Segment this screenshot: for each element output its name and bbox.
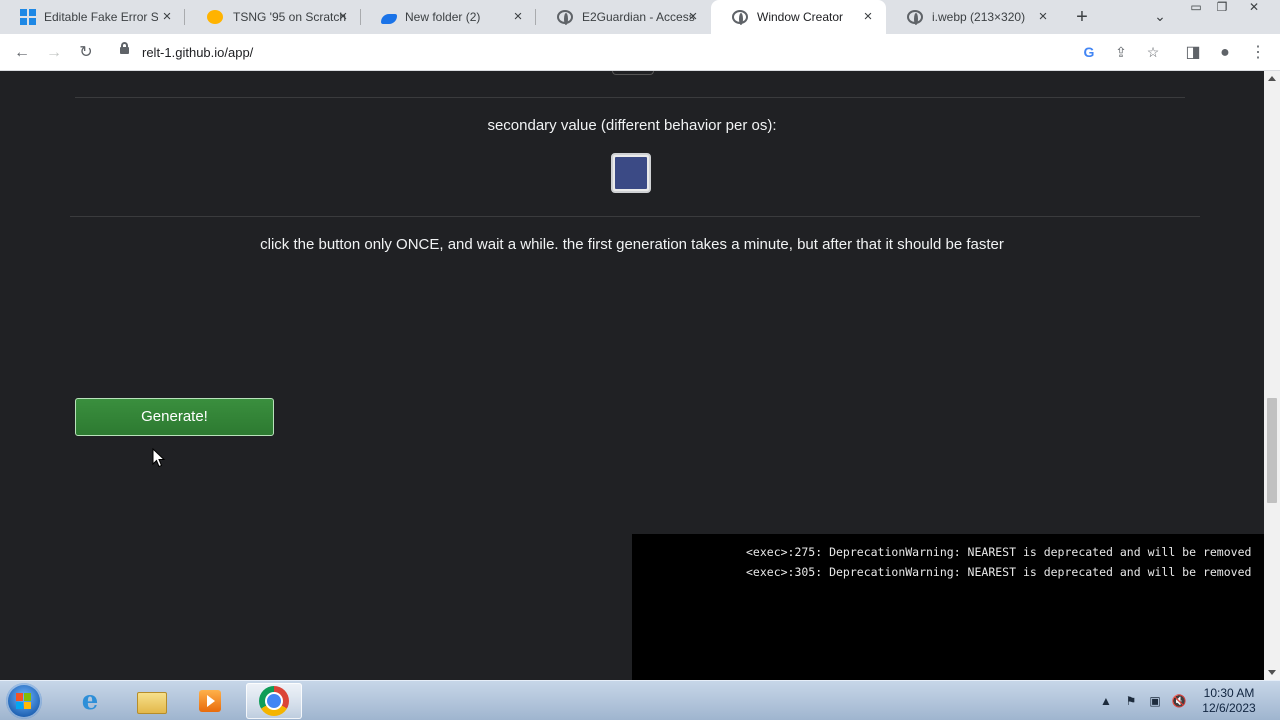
menu-kebab-icon[interactable]: ⋮ (1246, 41, 1270, 65)
generate-button[interactable]: Generate! (75, 398, 274, 436)
folder-icon (137, 692, 167, 714)
tab-i-webp[interactable]: i.webp (213×320) × (886, 0, 1061, 34)
browser-toolbar: ← → ↻ relt-1.github.io/app/ G ⇪ ☆ ◨ ● ⋮ (0, 34, 1280, 71)
color-swatch-partial[interactable] (612, 71, 654, 75)
close-tab-icon[interactable]: × (510, 9, 526, 25)
tab-title: Editable Fake Error S (44, 10, 158, 24)
forward-button[interactable]: → (42, 41, 66, 65)
minimize-button[interactable]: ▭ (1183, 0, 1209, 18)
start-button[interactable] (6, 683, 42, 719)
secondary-color-picker[interactable] (611, 153, 651, 193)
close-tab-icon[interactable]: × (1035, 9, 1051, 25)
output-console: <exec>:275: DeprecationWarning: NEAREST … (632, 534, 1264, 680)
scratch-icon (207, 10, 223, 24)
tab-window-creator[interactable]: Window Creator × (711, 0, 886, 34)
reload-button[interactable]: ↻ (74, 41, 98, 65)
profile-avatar-icon[interactable]: ● (1213, 41, 1237, 65)
scroll-up-arrow-icon[interactable] (1268, 76, 1276, 81)
globe-icon (557, 10, 573, 25)
windows-taskbar: e ▲ ⚑ ▣ 🔇 10:30 AM 12/6/2023 (0, 680, 1280, 720)
taskbar-file-explorer[interactable] (122, 683, 178, 719)
system-clock[interactable]: 10:30 AM 12/6/2023 (1196, 686, 1262, 716)
cloud-folder-icon (381, 13, 397, 24)
page-content: secondary value (different behavior per … (0, 71, 1264, 680)
tab-search-chevron-icon[interactable]: ⌄ (1150, 8, 1170, 26)
tab-tsng-scratch[interactable]: TSNG '95 on Scratch × (185, 0, 361, 34)
back-button[interactable]: ← (10, 41, 34, 65)
windows-icon (20, 9, 36, 25)
globe-icon (907, 10, 923, 25)
taskbar-chrome[interactable] (246, 683, 302, 719)
side-panel-icon[interactable]: ◨ (1181, 41, 1205, 65)
divider (70, 216, 1200, 217)
windows-logo-icon (16, 693, 32, 709)
divider (75, 97, 1185, 98)
close-window-button[interactable]: ✕ (1241, 0, 1267, 18)
tab-e2guardian[interactable]: E2Guardian - Access × (536, 0, 711, 34)
globe-icon (732, 10, 748, 25)
tab-title: Window Creator (757, 10, 844, 24)
network-icon[interactable]: ▣ (1147, 693, 1163, 709)
tab-editable-fake-error[interactable]: Editable Fake Error S × (0, 0, 185, 34)
taskbar-media-player[interactable] (182, 683, 238, 719)
close-tab-icon[interactable]: × (860, 9, 876, 25)
tab-title: New folder (2) (405, 10, 481, 24)
tab-strip: Editable Fake Error S × TSNG '95 on Scra… (0, 0, 1280, 34)
taskbar-internet-explorer[interactable]: e (62, 683, 118, 719)
mouse-cursor-icon (152, 448, 166, 468)
console-line: <exec>:275: DeprecationWarning: NEAREST … (746, 545, 1252, 559)
chrome-icon (259, 686, 289, 716)
bookmark-star-icon[interactable]: ☆ (1144, 43, 1162, 61)
internet-explorer-icon: e (81, 686, 99, 716)
restore-button[interactable]: ❐ (1209, 0, 1235, 18)
media-player-icon (199, 690, 221, 712)
address-bar[interactable]: relt-1.github.io/app/ G ⇪ ☆ (110, 37, 1174, 67)
show-hidden-icons-arrow-icon[interactable]: ▲ (1098, 693, 1114, 709)
close-tab-icon[interactable]: × (159, 9, 175, 25)
tab-title: TSNG '95 on Scratch (233, 10, 347, 24)
tab-title: i.webp (213×320) (932, 10, 1026, 24)
action-center-flag-icon[interactable]: ⚑ (1123, 693, 1139, 709)
clock-date: 12/6/2023 (1202, 701, 1256, 715)
swatch-fill (615, 157, 647, 189)
vertical-scrollbar[interactable] (1264, 71, 1280, 680)
secondary-value-label: secondary value (different behavior per … (487, 117, 777, 134)
volume-muted-icon[interactable]: 🔇 (1171, 693, 1187, 709)
console-line: <exec>:305: DeprecationWarning: NEAREST … (746, 565, 1252, 579)
tab-title: E2Guardian - Access (582, 10, 695, 24)
url-text[interactable]: relt-1.github.io/app/ (142, 45, 253, 60)
instructions-text: click the button only ONCE, and wait a w… (260, 236, 1004, 253)
close-tab-icon[interactable]: × (685, 9, 701, 25)
lock-icon[interactable] (120, 42, 129, 54)
tab-new-folder[interactable]: New folder (2) × (361, 0, 536, 34)
scroll-down-arrow-icon[interactable] (1268, 670, 1276, 675)
share-icon[interactable]: ⇪ (1112, 43, 1130, 61)
close-tab-icon[interactable]: × (335, 9, 351, 25)
scrollbar-thumb[interactable] (1267, 398, 1277, 503)
new-tab-button[interactable]: + (1072, 7, 1092, 27)
clock-time: 10:30 AM (1203, 686, 1255, 700)
google-icon[interactable]: G (1080, 43, 1098, 61)
